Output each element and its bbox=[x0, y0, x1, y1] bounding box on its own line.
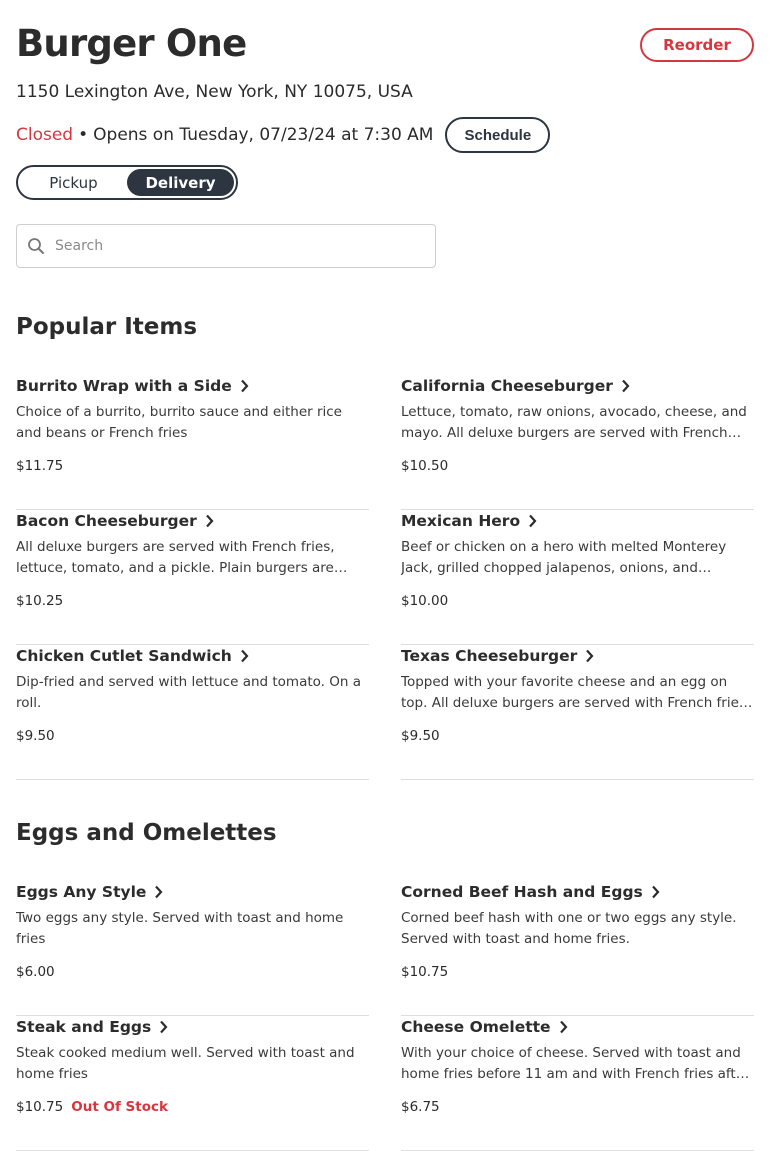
chevron-right-icon bbox=[586, 649, 594, 663]
item-name: Texas Cheeseburger bbox=[401, 647, 578, 665]
item-description: With your choice of cheese. Served with … bbox=[401, 1045, 750, 1082]
item-name-row: Cheese Omelette bbox=[401, 1016, 568, 1038]
item-description: Lettuce, tomato, raw onions, avocado, ch… bbox=[401, 404, 747, 441]
chevron-right-icon bbox=[622, 379, 630, 393]
menu-item[interactable]: Texas Cheeseburger Topped with your favo… bbox=[401, 645, 754, 780]
item-price: $10.50 bbox=[401, 458, 449, 474]
status-closed: Closed bbox=[16, 125, 74, 145]
item-description: All deluxe burgers are served with Frenc… bbox=[16, 539, 335, 576]
item-name-row: Texas Cheeseburger bbox=[401, 645, 594, 667]
item-name: Steak and Eggs bbox=[16, 1018, 152, 1036]
item-price: $11.75 bbox=[16, 458, 64, 474]
search-input[interactable] bbox=[53, 237, 417, 255]
menu-item[interactable]: Corned Beef Hash and Eggs Corned beef ha… bbox=[401, 881, 754, 1016]
item-price: $9.50 bbox=[401, 728, 440, 744]
chevron-right-icon bbox=[559, 1020, 568, 1034]
opens-text: Opens on Tuesday, 07/23/24 at 7:30 AM bbox=[93, 125, 434, 145]
menu-item[interactable]: Eggs Any Style Two eggs any style. Serve… bbox=[16, 881, 369, 1016]
item-name: Eggs Any Style bbox=[16, 883, 147, 901]
item-name: Mexican Hero bbox=[401, 512, 521, 530]
reorder-button[interactable]: Reorder bbox=[640, 28, 754, 62]
menu-item[interactable]: California Cheeseburger Lettuce, tomato,… bbox=[401, 375, 754, 510]
item-price: $6.75 bbox=[401, 1099, 440, 1115]
restaurant-address: 1150 Lexington Ave, New York, NY 10075, … bbox=[16, 82, 413, 102]
item-name-row: Burrito Wrap with a Side bbox=[16, 375, 249, 397]
item-name-row: Steak and Eggs bbox=[16, 1016, 168, 1038]
item-price: $10.75 bbox=[401, 964, 449, 980]
menu-item[interactable]: Burrito Wrap with a Side Choice of a bur… bbox=[16, 375, 369, 510]
menu-item[interactable]: Chicken Cutlet Sandwich Dip-fried and se… bbox=[16, 645, 369, 780]
item-price-row: $10.75 Out Of Stock bbox=[16, 1099, 168, 1115]
order-mode-toggle: Pickup Delivery bbox=[16, 165, 238, 200]
item-description: Dip-fried and served with lettuce and to… bbox=[16, 674, 362, 711]
search-box bbox=[16, 224, 436, 268]
item-description: Corned beef hash with one or two eggs an… bbox=[401, 910, 737, 947]
menu-item[interactable]: Steak and Eggs Steak cooked medium well.… bbox=[16, 1016, 369, 1151]
item-description: Topped with your favorite cheese and an … bbox=[401, 674, 751, 711]
item-price: $10.00 bbox=[401, 593, 449, 609]
chevron-right-icon bbox=[155, 885, 163, 899]
chevron-right-icon bbox=[205, 514, 214, 528]
chevron-right-icon bbox=[651, 885, 660, 899]
item-name: California Cheeseburger bbox=[401, 377, 613, 395]
item-description: Two eggs any style. Served with toast an… bbox=[16, 910, 344, 947]
item-price: $10.25 bbox=[16, 593, 64, 609]
delivery-option[interactable]: Delivery bbox=[127, 169, 234, 196]
item-name-row: Bacon Cheeseburger bbox=[16, 510, 214, 532]
item-name: Cheese Omelette bbox=[401, 1018, 551, 1036]
item-price: $6.00 bbox=[16, 964, 55, 980]
pickup-option[interactable]: Pickup bbox=[20, 169, 127, 196]
item-name-row: Mexican Hero bbox=[401, 510, 537, 532]
schedule-button[interactable]: Schedule bbox=[445, 117, 551, 153]
item-description: Choice of a burrito, burrito sauce and e… bbox=[16, 404, 342, 441]
item-name: Chicken Cutlet Sandwich bbox=[16, 647, 232, 665]
item-name: Burrito Wrap with a Side bbox=[16, 377, 232, 395]
item-name-row: Chicken Cutlet Sandwich bbox=[16, 645, 249, 667]
item-description: Steak cooked medium well. Served with to… bbox=[16, 1045, 355, 1082]
out-of-stock-badge: Out Of Stock bbox=[71, 1099, 168, 1115]
item-price: $10.75 bbox=[16, 1099, 64, 1115]
section-title-popular: Popular Items bbox=[16, 314, 198, 340]
menu-item[interactable]: Bacon Cheeseburger All deluxe burgers ar… bbox=[16, 510, 369, 645]
chevron-right-icon bbox=[240, 649, 249, 663]
search-icon bbox=[28, 238, 44, 254]
status-row: Closed • Opens on Tuesday, 07/23/24 at 7… bbox=[16, 117, 551, 153]
item-name: Corned Beef Hash and Eggs bbox=[401, 883, 643, 901]
item-description: Beef or chicken on a hero with melted Mo… bbox=[401, 539, 727, 576]
item-name-row: Eggs Any Style bbox=[16, 881, 163, 903]
item-name: Bacon Cheeseburger bbox=[16, 512, 197, 530]
chevron-right-icon bbox=[160, 1020, 168, 1034]
menu-item[interactable]: Cheese Omelette With your choice of chee… bbox=[401, 1016, 754, 1151]
item-name-row: California Cheeseburger bbox=[401, 375, 630, 397]
item-price: $9.50 bbox=[16, 728, 55, 744]
item-name-row: Corned Beef Hash and Eggs bbox=[401, 881, 660, 903]
status-separator: • bbox=[78, 125, 89, 145]
chevron-right-icon bbox=[529, 514, 537, 528]
section-title-eggs: Eggs and Omelettes bbox=[16, 820, 277, 846]
restaurant-name: Burger One bbox=[16, 22, 247, 65]
menu-item[interactable]: Mexican Hero Beef or chicken on a hero w… bbox=[401, 510, 754, 645]
chevron-right-icon bbox=[240, 379, 249, 393]
